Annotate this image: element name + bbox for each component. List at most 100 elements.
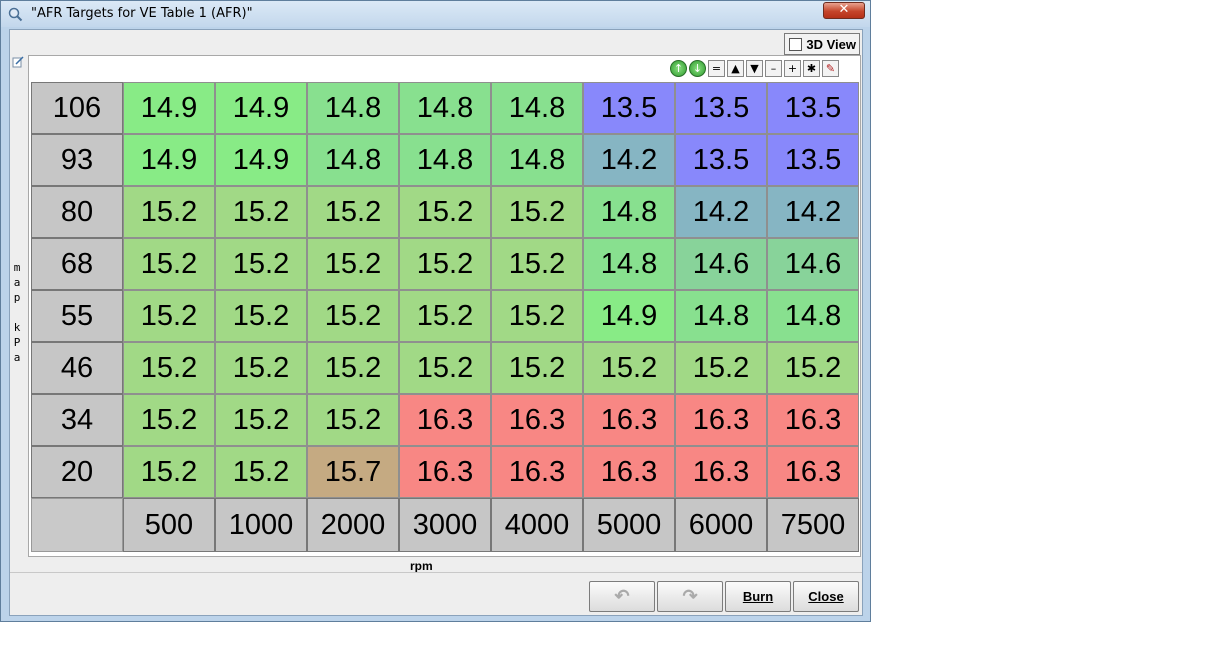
afr-cell[interactable]: 15.2 <box>215 446 307 498</box>
burn-button[interactable]: Burn <box>725 581 791 612</box>
afr-cell[interactable]: 15.2 <box>123 290 215 342</box>
afr-cell[interactable]: 15.2 <box>215 186 307 238</box>
afr-cell[interactable]: 15.2 <box>675 342 767 394</box>
rpm-cell[interactable]: 2000 <box>307 498 399 552</box>
afr-cell[interactable]: 14.9 <box>215 134 307 186</box>
afr-cell[interactable]: 15.2 <box>123 394 215 446</box>
afr-cell[interactable]: 15.2 <box>123 446 215 498</box>
table-row: 20 15.2 15.2 15.7 16.3 16.3 16.3 16.3 16.3 <box>31 446 859 498</box>
3d-view-checkbox[interactable]: 3D View <box>784 33 860 55</box>
rpm-cell[interactable]: 7500 <box>767 498 859 552</box>
afr-cell[interactable]: 15.2 <box>215 238 307 290</box>
afr-cell[interactable]: 14.9 <box>215 82 307 134</box>
afr-cell[interactable]: 15.2 <box>399 186 491 238</box>
afr-cell[interactable]: 16.3 <box>491 394 583 446</box>
map-kpa-cell[interactable]: 80 <box>31 186 123 238</box>
map-kpa-cell[interactable]: 46 <box>31 342 123 394</box>
afr-cell[interactable]: 16.3 <box>399 394 491 446</box>
afr-cell[interactable]: 14.8 <box>583 238 675 290</box>
afr-cell[interactable]: 15.2 <box>307 394 399 446</box>
afr-cell[interactable]: 15.2 <box>123 342 215 394</box>
afr-cell[interactable]: 15.2 <box>399 342 491 394</box>
afr-cell[interactable]: 13.5 <box>675 82 767 134</box>
afr-cell[interactable]: 15.2 <box>399 238 491 290</box>
afr-cell[interactable]: 15.2 <box>307 238 399 290</box>
minus-button[interactable]: – <box>765 60 782 77</box>
map-kpa-cell[interactable]: 106 <box>31 82 123 134</box>
title-bar[interactable]: "AFR Targets for VE Table 1 (AFR)" ✕ <box>1 1 870 27</box>
map-kpa-cell[interactable]: 93 <box>31 134 123 186</box>
afr-cell[interactable]: 14.2 <box>583 134 675 186</box>
increase-button[interactable]: ▲ <box>727 60 744 77</box>
redo-button[interactable]: ↷ <box>657 581 723 612</box>
afr-cell[interactable]: 14.8 <box>583 186 675 238</box>
afr-cell[interactable]: 14.9 <box>123 134 215 186</box>
afr-cell[interactable]: 14.6 <box>767 238 859 290</box>
afr-cell[interactable]: 15.2 <box>123 186 215 238</box>
edit-icon[interactable] <box>12 56 24 68</box>
afr-cell[interactable]: 15.2 <box>215 290 307 342</box>
up-circle-icon[interactable]: ↑ <box>670 60 687 77</box>
afr-cell[interactable]: 16.3 <box>583 394 675 446</box>
afr-cell[interactable]: 14.8 <box>307 134 399 186</box>
afr-cell[interactable]: 14.8 <box>399 82 491 134</box>
rpm-cell[interactable]: 500 <box>123 498 215 552</box>
afr-cell[interactable]: 16.3 <box>491 446 583 498</box>
afr-cell[interactable]: 14.8 <box>491 134 583 186</box>
decrease-button[interactable]: ▼ <box>746 60 763 77</box>
afr-cell[interactable]: 14.9 <box>583 290 675 342</box>
afr-cell[interactable]: 15.2 <box>767 342 859 394</box>
checkbox-box[interactable] <box>789 37 803 51</box>
afr-cell[interactable]: 14.2 <box>675 186 767 238</box>
rpm-cell[interactable]: 5000 <box>583 498 675 552</box>
rpm-cell[interactable]: 6000 <box>675 498 767 552</box>
rpm-cell[interactable]: 4000 <box>491 498 583 552</box>
pen-icon[interactable]: ✎ <box>822 60 839 77</box>
plus-button[interactable]: + <box>784 60 801 77</box>
afr-cell[interactable]: 15.2 <box>399 290 491 342</box>
afr-cell[interactable]: 14.8 <box>491 82 583 134</box>
rpm-cell[interactable]: 1000 <box>215 498 307 552</box>
undo-button[interactable]: ↶ <box>589 581 655 612</box>
afr-cell[interactable]: 13.5 <box>767 82 859 134</box>
afr-cell[interactable]: 16.3 <box>675 446 767 498</box>
afr-cell[interactable]: 14.6 <box>675 238 767 290</box>
afr-cell[interactable]: 14.8 <box>399 134 491 186</box>
afr-cell[interactable]: 15.2 <box>307 186 399 238</box>
afr-cell[interactable]: 15.2 <box>491 238 583 290</box>
afr-cell[interactable]: 15.2 <box>491 290 583 342</box>
afr-cell[interactable]: 15.2 <box>215 342 307 394</box>
afr-cell[interactable]: 14.8 <box>767 290 859 342</box>
afr-cell[interactable]: 15.2 <box>491 342 583 394</box>
afr-cell[interactable]: 14.8 <box>307 82 399 134</box>
equals-button[interactable]: = <box>708 60 725 77</box>
afr-cell[interactable]: 15.2 <box>307 342 399 394</box>
map-kpa-cell[interactable]: 55 <box>31 290 123 342</box>
afr-cell[interactable]: 15.2 <box>123 238 215 290</box>
map-kpa-cell[interactable]: 20 <box>31 446 123 498</box>
close-window-button[interactable]: ✕ <box>823 2 865 19</box>
afr-cell[interactable]: 15.2 <box>215 394 307 446</box>
afr-cell[interactable]: 13.5 <box>767 134 859 186</box>
down-circle-icon[interactable]: ↓ <box>689 60 706 77</box>
afr-cell[interactable]: 16.3 <box>675 394 767 446</box>
map-kpa-cell[interactable]: 34 <box>31 394 123 446</box>
afr-cell[interactable]: 14.8 <box>675 290 767 342</box>
afr-cell[interactable]: 16.3 <box>399 446 491 498</box>
afr-cell[interactable]: 15.7 <box>307 446 399 498</box>
afr-cell[interactable]: 16.3 <box>583 446 675 498</box>
dialog-content: 3D View mapkPa ↑ ↓ = ▲ ▼ – + ✱ ✎ 106 14.9… <box>9 29 863 616</box>
afr-cell[interactable]: 15.2 <box>491 186 583 238</box>
afr-cell[interactable]: 13.5 <box>583 82 675 134</box>
map-kpa-cell[interactable]: 68 <box>31 238 123 290</box>
afr-cell[interactable]: 14.9 <box>123 82 215 134</box>
multiply-button[interactable]: ✱ <box>803 60 820 77</box>
close-button[interactable]: Close <box>793 581 859 612</box>
afr-cell[interactable]: 16.3 <box>767 394 859 446</box>
afr-cell[interactable]: 15.2 <box>307 290 399 342</box>
afr-cell[interactable]: 15.2 <box>583 342 675 394</box>
afr-cell[interactable]: 13.5 <box>675 134 767 186</box>
afr-cell[interactable]: 14.2 <box>767 186 859 238</box>
afr-cell[interactable]: 16.3 <box>767 446 859 498</box>
rpm-cell[interactable]: 3000 <box>399 498 491 552</box>
